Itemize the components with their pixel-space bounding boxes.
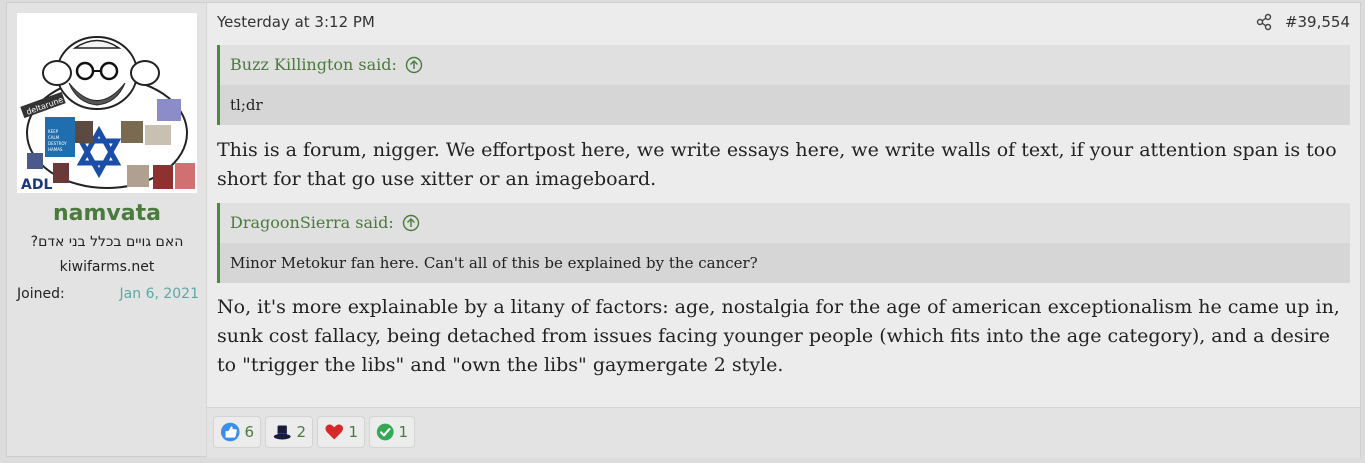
checkmark-icon [376, 423, 394, 441]
svg-text:CALM: CALM [48, 135, 60, 140]
user-site: kiwifarms.net [59, 259, 155, 275]
reaction-count: 6 [244, 423, 254, 441]
joined-date: Jan 6, 2021 [119, 286, 199, 302]
quote-block: DragoonSierra said: Minor Metokur fan he… [217, 203, 1350, 283]
thumbs-up-icon [220, 422, 240, 442]
reaction-agree[interactable]: 1 [369, 416, 415, 448]
arrow-up-circle-icon[interactable] [402, 214, 420, 232]
reaction-like[interactable]: 6 [213, 416, 261, 448]
avatar[interactable]: deltarune KEEP CALM DESTROY HAMAS ADL [17, 13, 197, 193]
avatar-adl-label: ADL [21, 177, 52, 193]
quote-text: tl;dr [220, 85, 1350, 125]
heart-icon [325, 424, 344, 440]
avatar-image: deltarune KEEP CALM DESTROY HAMAS ADL [17, 13, 197, 193]
username-link[interactable]: namvata [7, 201, 207, 226]
quote-header[interactable]: DragoonSierra said: [220, 203, 1350, 243]
arrow-up-circle-icon[interactable] [405, 56, 423, 74]
quote-author[interactable]: DragoonSierra said: [230, 203, 394, 243]
user-title: האם גויים בכלל בני אדם? [30, 234, 184, 250]
post-body-paragraph: This is a forum, nigger. We effortpost h… [217, 139, 1337, 190]
joined-label: Joined: [17, 286, 65, 302]
reaction-count: 1 [348, 423, 358, 441]
reaction-count: 1 [398, 423, 408, 441]
post-body-paragraph: No, it's more explainable by a litany of… [217, 296, 1340, 376]
forum-post: deltarune KEEP CALM DESTROY HAMAS ADL na… [6, 2, 1361, 458]
reaction-tophat[interactable]: 2 [265, 416, 313, 448]
reactions-bar: 6 2 1 1 [207, 407, 1360, 458]
user-info-panel: deltarune KEEP CALM DESTROY HAMAS ADL na… [7, 3, 207, 456]
reaction-love[interactable]: 1 [317, 416, 365, 448]
post-date-link[interactable]: Yesterday at 3:12 PM [217, 13, 375, 31]
share-icon[interactable] [1254, 12, 1274, 32]
quote-block: Buzz Killington said: tl;dr [217, 45, 1350, 125]
post-content: Yesterday at 3:12 PM #39,554 Buzz Killin… [207, 3, 1360, 458]
svg-text:KEEP: KEEP [48, 129, 59, 134]
reaction-count: 2 [296, 423, 306, 441]
post-number-link[interactable]: #39,554 [1285, 13, 1350, 31]
svg-text:HAMAS: HAMAS [48, 147, 63, 152]
svg-text:DESTROY: DESTROY [48, 141, 67, 146]
quote-header[interactable]: Buzz Killington said: [220, 45, 1350, 85]
top-hat-icon [273, 425, 291, 440]
quote-author[interactable]: Buzz Killington said: [230, 45, 397, 85]
quote-text: Minor Metokur fan here. Can't all of thi… [220, 243, 1350, 283]
post-header: Yesterday at 3:12 PM #39,554 [217, 11, 1350, 35]
